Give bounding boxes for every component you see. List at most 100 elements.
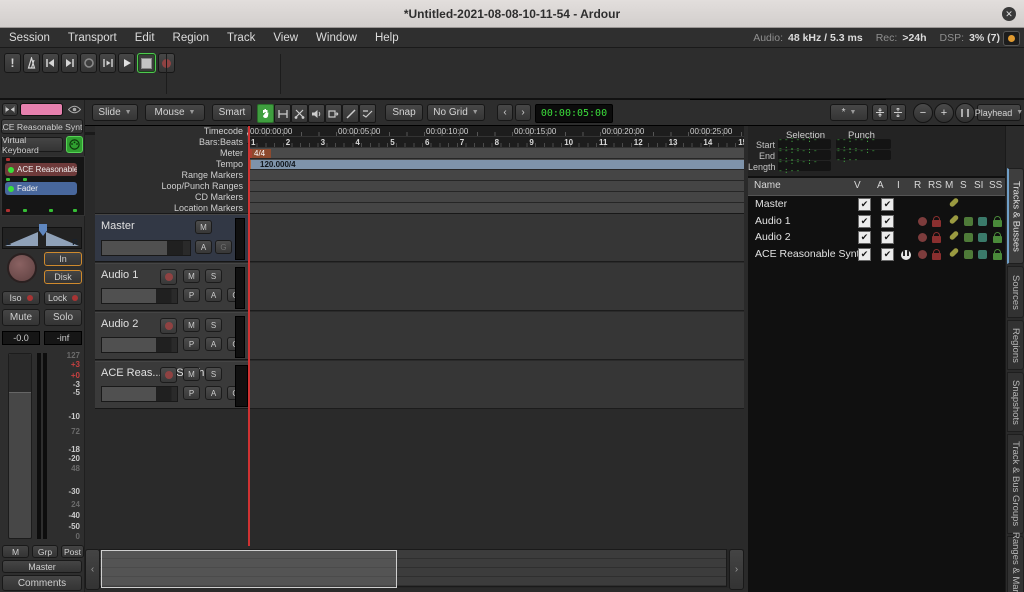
pan-widget[interactable]: L R (2, 227, 82, 249)
r-state-icon[interactable] (918, 250, 927, 259)
fader-handle[interactable] (9, 354, 31, 393)
tempo-ruler[interactable]: 120.000/4 (248, 159, 744, 170)
cd-markers-ruler[interactable] (248, 192, 744, 203)
snap-mode-button[interactable]: Snap (385, 104, 423, 121)
track-solo-button[interactable]: S (205, 269, 222, 283)
solo-button[interactable]: Solo (44, 309, 82, 326)
comments-button[interactable]: Comments (2, 575, 82, 591)
tempo-band[interactable] (251, 160, 744, 169)
shrink-tracks-button[interactable] (872, 104, 888, 121)
midi-input-button[interactable] (66, 136, 83, 153)
m-state-icon[interactable] (949, 217, 959, 222)
r-state-icon[interactable] (918, 217, 927, 226)
timecode-ruler[interactable]: 00:00:00:0000:00:05:0000:00:10:0000:00:1… (248, 126, 744, 137)
track-rec-button[interactable] (160, 318, 177, 334)
marker-dropdown[interactable]: *▼ (830, 104, 868, 121)
column-header-s[interactable]: S (960, 180, 967, 191)
rs-state-icon[interactable] (932, 233, 941, 243)
column-header-ss[interactable]: SS (989, 180, 1002, 191)
nudge-back-button[interactable]: ‹ (497, 104, 513, 121)
play-button[interactable] (118, 53, 135, 73)
master-fader[interactable] (8, 353, 32, 539)
column-header-rs[interactable]: RS (928, 180, 942, 191)
track-header-ace-reas-le-synth[interactable]: ACE Reas... le SynthMSPAG (95, 361, 248, 409)
synth-name-button[interactable]: ACE Reasonable Synth (1, 119, 83, 134)
track-automation-button[interactable]: A (195, 240, 212, 254)
track-name[interactable]: Audio 2 (101, 318, 138, 330)
r-state-icon[interactable] (918, 233, 927, 242)
track-mute-button[interactable]: M (183, 367, 200, 381)
tab-snapshots[interactable]: Snapshots (1007, 372, 1024, 432)
loop-button[interactable] (80, 53, 97, 73)
rs-state-icon[interactable] (932, 250, 941, 260)
column-header-a[interactable]: A (877, 180, 884, 191)
mono-button[interactable] (2, 103, 18, 116)
track-list-row-audio-2[interactable]: Audio 2✔✔ (748, 229, 1005, 245)
track-playlist-button[interactable]: P (183, 386, 200, 400)
active-checkbox[interactable]: ✔ (881, 198, 894, 211)
menu-edit[interactable]: Edit (126, 32, 164, 44)
menu-help[interactable]: Help (366, 32, 408, 44)
visible-checkbox[interactable]: ✔ (858, 231, 871, 244)
group-button[interactable]: Grp (32, 545, 58, 558)
column-header-si[interactable]: SI (974, 180, 983, 191)
peak-display[interactable]: -inf (44, 331, 82, 345)
si-state-icon[interactable] (978, 233, 987, 242)
play-selection-button[interactable] (99, 53, 116, 73)
nudge-clock[interactable]: 00:00:05:00 (535, 104, 613, 123)
draw-tool-button[interactable] (342, 104, 359, 123)
metering-point-button[interactable]: M (2, 545, 29, 558)
goto-end-button[interactable] (61, 53, 78, 73)
loop-punch-ranges-ruler[interactable] (248, 181, 744, 192)
cut-tool-button[interactable] (291, 104, 308, 123)
summary-scroll-right-button[interactable]: › (729, 549, 744, 590)
ss-state-icon[interactable] (993, 250, 1002, 260)
visible-checkbox[interactable]: ✔ (858, 248, 871, 261)
si-state-icon[interactable] (978, 217, 987, 226)
range-tool-button[interactable] (274, 104, 291, 123)
grab-tool-button[interactable] (257, 104, 274, 123)
tab-tracks-busses[interactable]: Tracks & Busses (1007, 168, 1024, 264)
track-list-row-ace-reasonable-synth[interactable]: ACE Reasonable Synth✔✔ (748, 246, 1005, 262)
track-mute-button[interactable]: M (183, 269, 200, 283)
track-header-audio-2[interactable]: Audio 2MSPAG (95, 312, 248, 360)
virtual-keyboard-button[interactable]: Virtual Keyboard (1, 137, 63, 152)
column-header-r[interactable]: R (914, 180, 921, 191)
summary-view[interactable] (99, 549, 727, 587)
column-header-v[interactable]: V (854, 180, 861, 191)
track-lane-ace-reas-le-synth[interactable] (248, 361, 744, 409)
track-automation-button[interactable]: A (205, 337, 222, 351)
range-markers-ruler[interactable] (248, 170, 744, 181)
m-state-icon[interactable] (949, 200, 959, 205)
track-solo-button[interactable]: S (205, 318, 222, 332)
ss-state-icon[interactable] (993, 233, 1002, 243)
column-header-i[interactable]: I (897, 180, 900, 191)
menu-view[interactable]: View (264, 32, 307, 44)
si-state-icon[interactable] (978, 250, 987, 259)
bars-ruler[interactable]: 123456789101112131415 (248, 137, 744, 148)
processor-synth[interactable]: ACE Reasonable S (5, 163, 77, 176)
active-checkbox[interactable]: ✔ (881, 231, 894, 244)
selection-length-clock[interactable]: --:--:--:-- (778, 161, 831, 171)
summary-viewport[interactable] (101, 550, 397, 588)
track-lane-audio-2[interactable] (248, 312, 744, 360)
ss-state-icon[interactable] (993, 217, 1002, 227)
menu-window[interactable]: Window (307, 32, 366, 44)
track-playlist-button[interactable]: P (183, 337, 200, 351)
track-solo-button[interactable]: S (205, 367, 222, 381)
summary-scroll-left-button[interactable]: ‹ (85, 549, 100, 590)
audition-tool-button[interactable] (308, 104, 325, 123)
timefx-tool-button[interactable] (325, 104, 342, 123)
post-button[interactable]: Post (61, 545, 84, 558)
pan-position-marker[interactable] (39, 224, 47, 236)
track-lane-master[interactable] (248, 214, 744, 262)
nudge-forward-button[interactable]: › (515, 104, 531, 121)
stop-button[interactable] (137, 53, 156, 73)
processor-fader[interactable]: Fader (5, 182, 77, 195)
tab-track-bus-groups[interactable]: Track & Bus Groups (1007, 434, 1024, 534)
m-state-icon[interactable] (949, 250, 959, 255)
output-button[interactable]: Master (2, 560, 82, 573)
solo-lock-button[interactable]: Lock (44, 291, 82, 305)
s-state-icon[interactable] (964, 217, 973, 226)
track-list-row-master[interactable]: Master✔✔ (748, 196, 1005, 212)
